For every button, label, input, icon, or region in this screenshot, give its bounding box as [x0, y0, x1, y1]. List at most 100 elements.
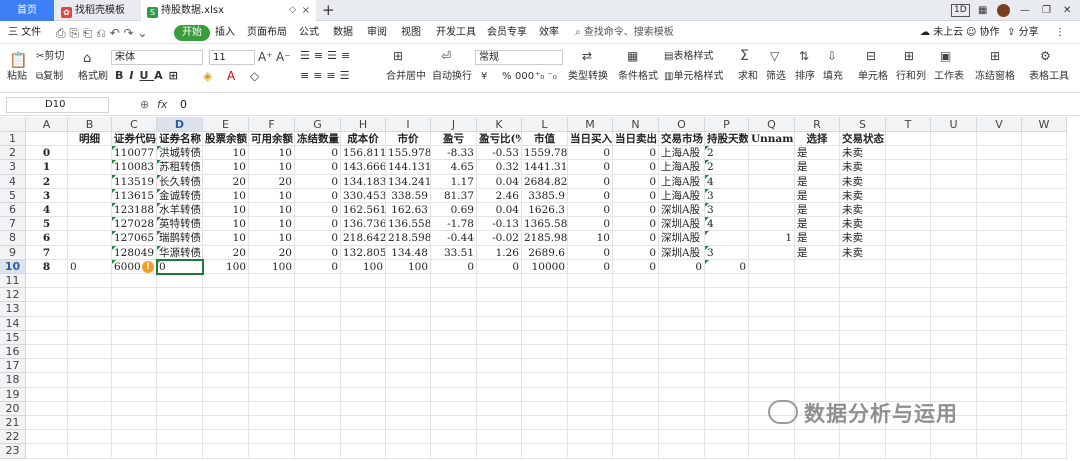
table-cell[interactable]: 20 — [203, 245, 249, 260]
table-cell[interactable]: 瑞鹊转债 — [157, 231, 203, 246]
fill-color-icon[interactable]: ◈ — [203, 69, 212, 83]
empty-cell[interactable] — [795, 302, 840, 317]
row-header-13[interactable]: 13 — [0, 302, 26, 317]
empty-cell[interactable] — [386, 302, 431, 317]
empty-cell[interactable] — [68, 274, 112, 289]
header-cell[interactable]: 当日卖出 — [613, 132, 659, 147]
column-header-S[interactable]: S — [840, 117, 886, 132]
empty-cell[interactable] — [705, 288, 749, 303]
column-header-O[interactable]: O — [659, 117, 705, 132]
cond-format-icon[interactable]: ▦ — [627, 49, 638, 63]
table-cell[interactable]: 未卖 — [840, 146, 886, 161]
table-cell[interactable]: 3 — [705, 203, 749, 218]
empty-cell[interactable] — [157, 373, 203, 388]
empty-cell[interactable] — [840, 430, 886, 445]
table-cell[interactable]: 2185.98 — [522, 231, 568, 246]
header-cell[interactable]: 当日买入 — [568, 132, 613, 147]
empty-cell[interactable] — [795, 444, 840, 459]
empty-cell[interactable] — [977, 387, 1022, 402]
empty-cell[interactable] — [341, 302, 386, 317]
paste-button[interactable]: 粘贴 — [7, 71, 27, 83]
table-cell[interactable]: 100 — [203, 259, 249, 274]
table-cell[interactable]: 2.46 — [477, 188, 522, 203]
header-cell[interactable]: 交易市场 — [659, 132, 705, 147]
table-cell[interactable]: 1441.31 — [522, 160, 568, 175]
row-header-1[interactable]: 1 — [0, 132, 26, 147]
header-cell[interactable]: 市价 — [386, 132, 431, 147]
empty-cell[interactable] — [431, 387, 477, 402]
empty-cell[interactable] — [840, 359, 886, 374]
close-tab-icon[interactable]: × — [302, 0, 310, 21]
empty-cell[interactable] — [112, 373, 157, 388]
header-cell[interactable]: 市值 — [522, 132, 568, 147]
empty-cell[interactable] — [705, 302, 749, 317]
table-cell[interactable]: 4 — [705, 217, 749, 232]
empty-cell[interactable] — [931, 245, 977, 260]
empty-cell[interactable] — [568, 330, 613, 345]
font-name-select[interactable]: 宋体 — [111, 50, 203, 65]
empty-cell[interactable] — [431, 274, 477, 289]
empty-cell[interactable] — [386, 288, 431, 303]
empty-cell[interactable] — [522, 359, 568, 374]
table-cell[interactable]: 127028 — [112, 217, 157, 232]
empty-cell[interactable] — [157, 302, 203, 317]
table-cell[interactable]: 110083 — [112, 160, 157, 175]
table-cell[interactable]: 深圳A股 — [659, 231, 705, 246]
table-cell[interactable]: 上海A股 — [659, 188, 705, 203]
table-cell[interactable]: 0 — [613, 160, 659, 175]
empty-cell[interactable] — [295, 444, 341, 459]
empty-cell[interactable] — [477, 359, 522, 374]
empty-cell[interactable] — [705, 430, 749, 445]
table-cell[interactable]: 金诚转债 — [157, 188, 203, 203]
column-header-V[interactable]: V — [977, 117, 1022, 132]
empty-cell[interactable] — [341, 401, 386, 416]
table-cell[interactable]: 0 — [568, 146, 613, 161]
table-cell[interactable]: -0.13 — [477, 217, 522, 232]
column-header-C[interactable]: C — [112, 117, 157, 132]
table-cell[interactable]: 0 — [295, 146, 341, 161]
empty-cell[interactable] — [886, 359, 931, 374]
table-cell[interactable]: 218.598 — [386, 231, 431, 246]
empty-cell[interactable] — [613, 416, 659, 431]
paste-icon[interactable]: 📋 — [9, 53, 28, 68]
select-all-corner[interactable] — [0, 117, 26, 132]
table-cell[interactable]: 华源转债 — [157, 245, 203, 260]
empty-cell[interactable] — [613, 359, 659, 374]
table-cell[interactable]: 0 — [613, 188, 659, 203]
table-cell[interactable]: 134.183 — [341, 174, 386, 189]
empty-cell[interactable] — [1022, 401, 1067, 416]
empty-cell[interactable] — [1022, 217, 1067, 232]
empty-cell[interactable] — [659, 387, 705, 402]
table-cell[interactable]: 洪城转债 — [157, 146, 203, 161]
table-cell[interactable]: -1.78 — [431, 217, 477, 232]
table-cell[interactable]: 0 — [705, 259, 749, 274]
empty-cell[interactable] — [705, 274, 749, 289]
empty-cell[interactable] — [568, 373, 613, 388]
empty-cell[interactable] — [203, 373, 249, 388]
empty-cell[interactable] — [386, 330, 431, 345]
empty-cell[interactable] — [203, 430, 249, 445]
table-cell[interactable]: 4 — [705, 174, 749, 189]
empty-cell[interactable] — [341, 288, 386, 303]
decimal-buttons[interactable]: ⁺₀ ⁻₀ — [535, 71, 557, 83]
empty-cell[interactable] — [112, 359, 157, 374]
row-header-23[interactable]: 23 — [0, 444, 26, 459]
table-cell[interactable]: 1626.3 — [522, 203, 568, 218]
table-cell[interactable]: 20 — [249, 245, 295, 260]
empty-cell[interactable] — [613, 444, 659, 459]
header-cell[interactable]: 盈亏比(%) — [477, 132, 522, 147]
table-cell[interactable]: 134.48 — [386, 245, 431, 260]
empty-cell[interactable] — [295, 330, 341, 345]
empty-cell[interactable] — [477, 302, 522, 317]
empty-cell[interactable] — [659, 359, 705, 374]
table-cell[interactable]: 3 — [705, 188, 749, 203]
table-cell[interactable]: 0 — [613, 146, 659, 161]
row-header-17[interactable]: 17 — [0, 359, 26, 374]
empty-cell[interactable] — [249, 345, 295, 360]
table-cell[interactable]: 136.558 — [386, 217, 431, 232]
table-cell[interactable]: 128049 — [112, 245, 157, 260]
empty-cell[interactable] — [931, 302, 977, 317]
empty-cell[interactable] — [977, 160, 1022, 175]
empty-cell[interactable] — [477, 373, 522, 388]
table-cell[interactable]: 10 — [249, 146, 295, 161]
